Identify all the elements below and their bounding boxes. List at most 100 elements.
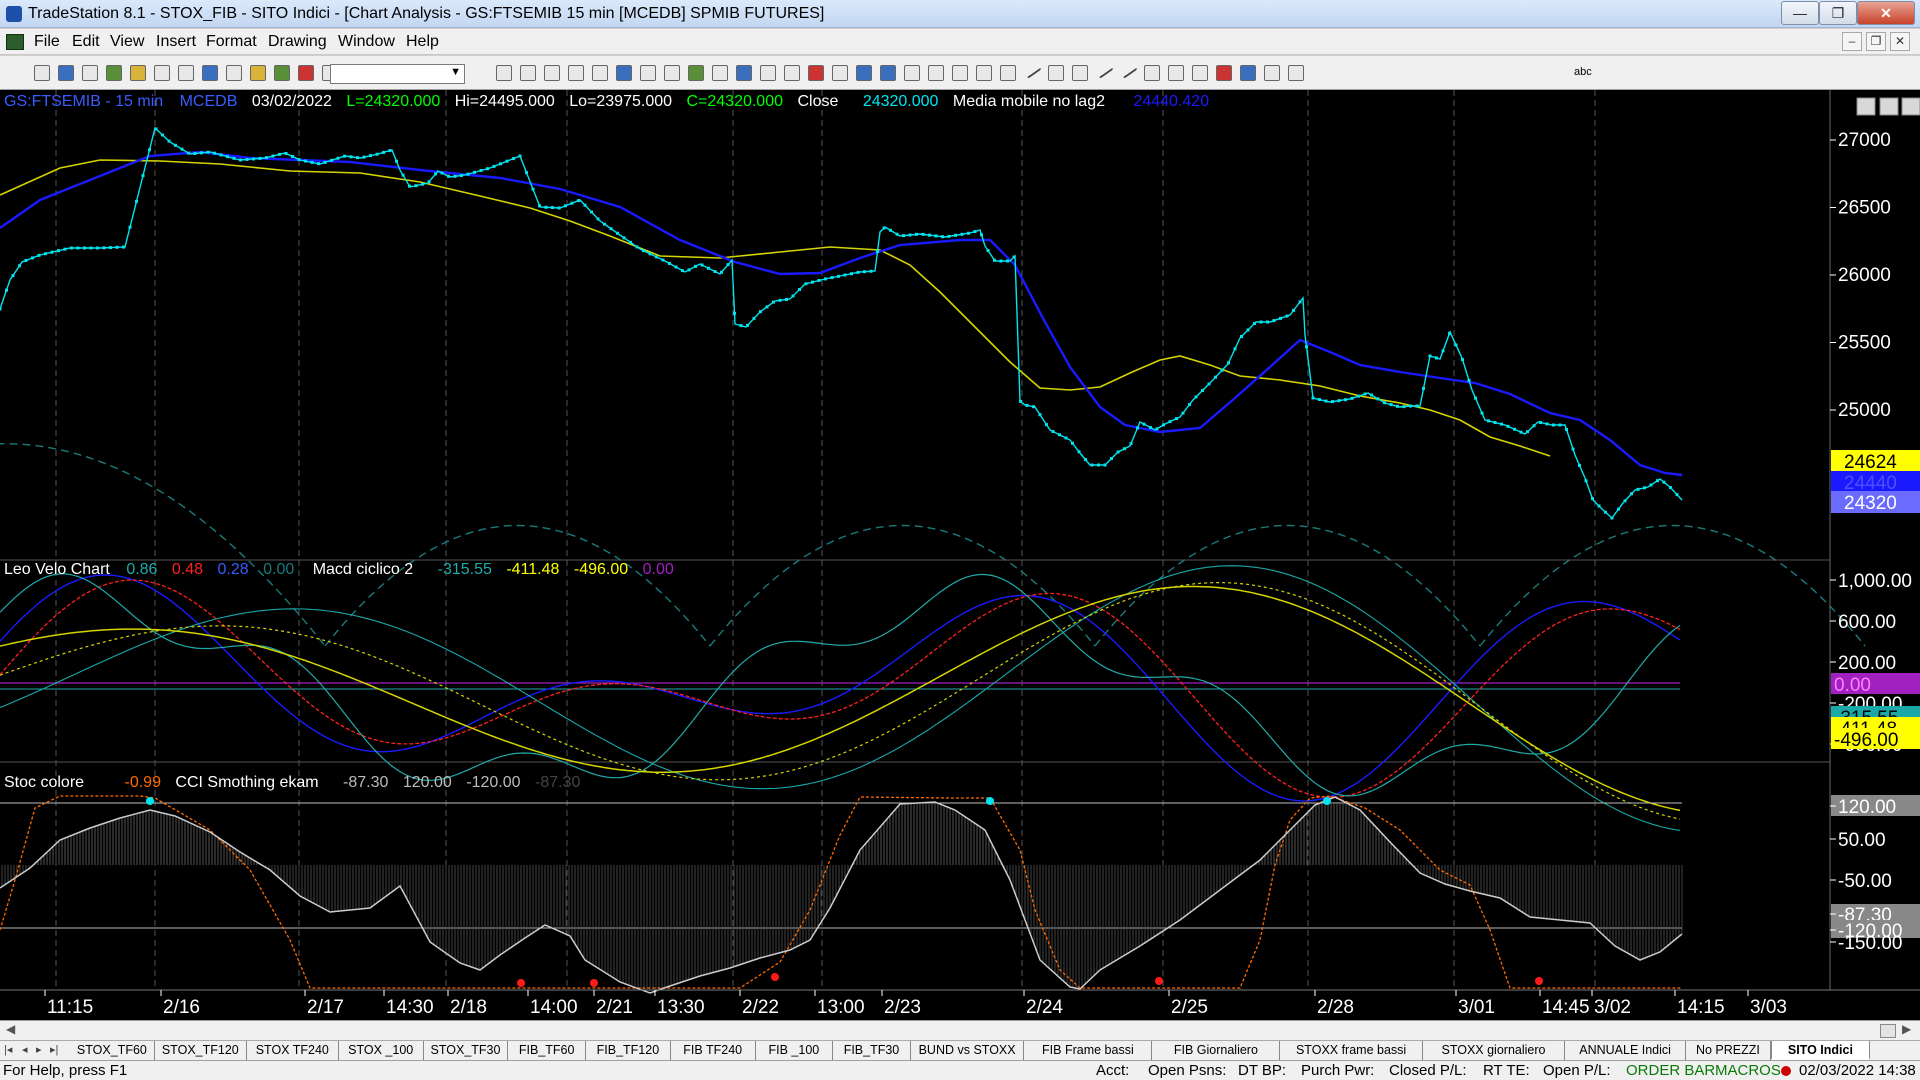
tab-fib-tf120[interactable]: FIB_TF120 — [586, 1041, 671, 1060]
bar-spacing-icon[interactable] — [544, 65, 560, 81]
select-icon[interactable] — [928, 65, 944, 81]
tab-next-icon[interactable]: ▸ — [36, 1043, 42, 1056]
tab-bund-vs-stoxx[interactable]: BUND vs STOXX — [911, 1041, 1025, 1060]
menu-drawing[interactable]: Drawing — [268, 33, 327, 51]
combo-dropdown-icon[interactable]: ▼ — [450, 66, 461, 78]
text-icon[interactable] — [1192, 65, 1208, 81]
down-arrow-icon[interactable] — [1240, 65, 1256, 81]
tab-stox-tf30[interactable]: STOX_TF30 — [424, 1041, 509, 1060]
hand-icon[interactable] — [976, 65, 992, 81]
symbol-combo[interactable]: ▼ — [330, 64, 465, 84]
tradestation-app-icon[interactable] — [6, 6, 22, 22]
tab-no-prezzi[interactable]: No PREZZI — [1686, 1041, 1771, 1060]
tab-fib-giornaliero[interactable]: FIB Giornaliero — [1152, 1041, 1281, 1060]
pane-minimize-button[interactable] — [1856, 97, 1876, 116]
tab-stox-tf240[interactable]: STOX TF240 — [247, 1041, 339, 1060]
tool-b-icon[interactable] — [712, 65, 728, 81]
scroll-thumb[interactable] — [1880, 1024, 1896, 1038]
scale-icon[interactable] — [832, 65, 848, 81]
open-icon[interactable] — [58, 65, 74, 81]
tab-fib-tf60[interactable]: FIB_TF60 — [508, 1041, 586, 1060]
macros-indicator[interactable]: MACROS — [1715, 1062, 1781, 1079]
new-file-icon[interactable] — [34, 65, 50, 81]
menu-view[interactable]: View — [110, 33, 144, 51]
chart-canvas[interactable]: 2700026500260002550025000246242444024320… — [0, 90, 1920, 1022]
tab-stoxx-frame-bassi[interactable]: STOXX frame bassi — [1280, 1041, 1423, 1060]
chart-window-icon[interactable] — [202, 65, 218, 81]
zoom-out-icon[interactable] — [880, 65, 896, 81]
menu-window[interactable]: Window — [338, 33, 395, 51]
maximize-button[interactable]: ❐ — [1819, 1, 1857, 25]
candle-icon[interactable] — [808, 65, 824, 81]
lock-icon[interactable] — [250, 65, 266, 81]
chart-document-icon[interactable] — [6, 34, 24, 50]
tab-sito-indici[interactable]: SITO Indici — [1770, 1041, 1870, 1060]
export-icon[interactable] — [1000, 65, 1016, 81]
circle-icon[interactable] — [1264, 65, 1280, 81]
table-icon[interactable] — [592, 65, 608, 81]
scroll-left-icon[interactable]: ◀ — [6, 1022, 15, 1036]
tab-fib-100[interactable]: FIB _100 — [756, 1041, 834, 1060]
tab-first-icon[interactable]: |◂ — [4, 1043, 12, 1056]
macro-icon[interactable] — [274, 65, 290, 81]
tab-stox-tf60[interactable]: STOX_TF60 — [70, 1041, 155, 1060]
tick-icon[interactable] — [568, 65, 584, 81]
horizontal-line-icon[interactable] — [1048, 65, 1064, 81]
text-tool-icon[interactable]: abc — [1574, 66, 1592, 78]
tab-last-icon[interactable]: ▸| — [50, 1043, 58, 1056]
pointer-icon[interactable] — [904, 65, 920, 81]
tab-stox-tf120[interactable]: STOX_TF120 — [155, 1041, 247, 1060]
minimize-button[interactable]: — — [1781, 1, 1819, 25]
expand-icon[interactable] — [664, 65, 680, 81]
vertical-line-icon[interactable] — [1072, 65, 1088, 81]
tab-fib-tf30[interactable]: FIB_TF30 — [833, 1041, 911, 1060]
format-icon[interactable] — [952, 65, 968, 81]
strategy-icon[interactable] — [298, 65, 314, 81]
menu-help[interactable]: Help — [406, 33, 439, 51]
ellipse-icon[interactable] — [1168, 65, 1184, 81]
zoom-in-icon[interactable] — [856, 65, 872, 81]
mdi-restore-button[interactable]: ❐ — [1866, 32, 1886, 51]
chart-analysis-window[interactable]: 27000 26500 26000 25500 25000 24624 24440 24320… — [0, 90, 1920, 1022]
tab-fib-tf240[interactable]: FIB TF240 — [671, 1041, 756, 1060]
channel-icon[interactable] — [1118, 61, 1138, 79]
open-workspace-icon[interactable] — [82, 65, 98, 81]
go-icon[interactable] — [496, 65, 512, 81]
menu-edit[interactable]: Edit — [72, 33, 100, 51]
new-workspace-icon[interactable] — [106, 65, 122, 81]
menu-file[interactable]: File — [34, 33, 60, 51]
tab-prev-icon[interactable]: ◂ — [22, 1043, 28, 1056]
save-icon[interactable] — [130, 65, 146, 81]
osc-axis-label: 1,000.00 — [1838, 571, 1912, 592]
up-arrow-icon[interactable] — [1216, 65, 1232, 81]
tool-a-icon[interactable] — [688, 65, 704, 81]
insert-icon[interactable] — [736, 65, 752, 81]
pane-restore-button[interactable] — [1879, 97, 1899, 116]
crosshair-chart-icon[interactable] — [616, 65, 632, 81]
fib-icon[interactable] — [1094, 61, 1114, 79]
mdi-minimize-button[interactable]: – — [1842, 32, 1862, 51]
find-icon[interactable] — [520, 65, 536, 81]
horizontal-scrollbar[interactable]: ◀ ▶ — [0, 1020, 1920, 1040]
tab-stox-100[interactable]: STOX _100 — [339, 1041, 424, 1060]
price-bar — [1123, 447, 1126, 451]
arc-icon[interactable] — [1144, 65, 1160, 81]
radar-window-icon[interactable] — [226, 65, 242, 81]
menu-insert[interactable]: Insert — [156, 33, 196, 51]
pane-close-button[interactable] — [1901, 97, 1920, 116]
order-bar-indicator[interactable]: ORDER BAR — [1626, 1062, 1715, 1079]
trendline-icon[interactable] — [1022, 61, 1042, 79]
tab-fib-frame-bassi[interactable]: FIB Frame bassi — [1024, 1041, 1153, 1060]
compress-icon[interactable] — [640, 65, 656, 81]
tab-annuale-indici[interactable]: ANNUALE Indici — [1565, 1041, 1686, 1060]
mdi-close-button[interactable]: ✕ — [1890, 32, 1910, 51]
menu-format[interactable]: Format — [206, 33, 257, 51]
insert-indicator-icon[interactable] — [760, 65, 776, 81]
scroll-right-icon[interactable]: ▶ — [1902, 1022, 1911, 1036]
print-icon[interactable] — [178, 65, 194, 81]
close-button[interactable]: ✕ — [1857, 1, 1915, 25]
rectangle-icon[interactable] — [1288, 65, 1304, 81]
timeframe-icon[interactable] — [784, 65, 800, 81]
tab-stoxx-giornaliero[interactable]: STOXX giornaliero — [1423, 1041, 1566, 1060]
print-preview-icon[interactable] — [154, 65, 170, 81]
